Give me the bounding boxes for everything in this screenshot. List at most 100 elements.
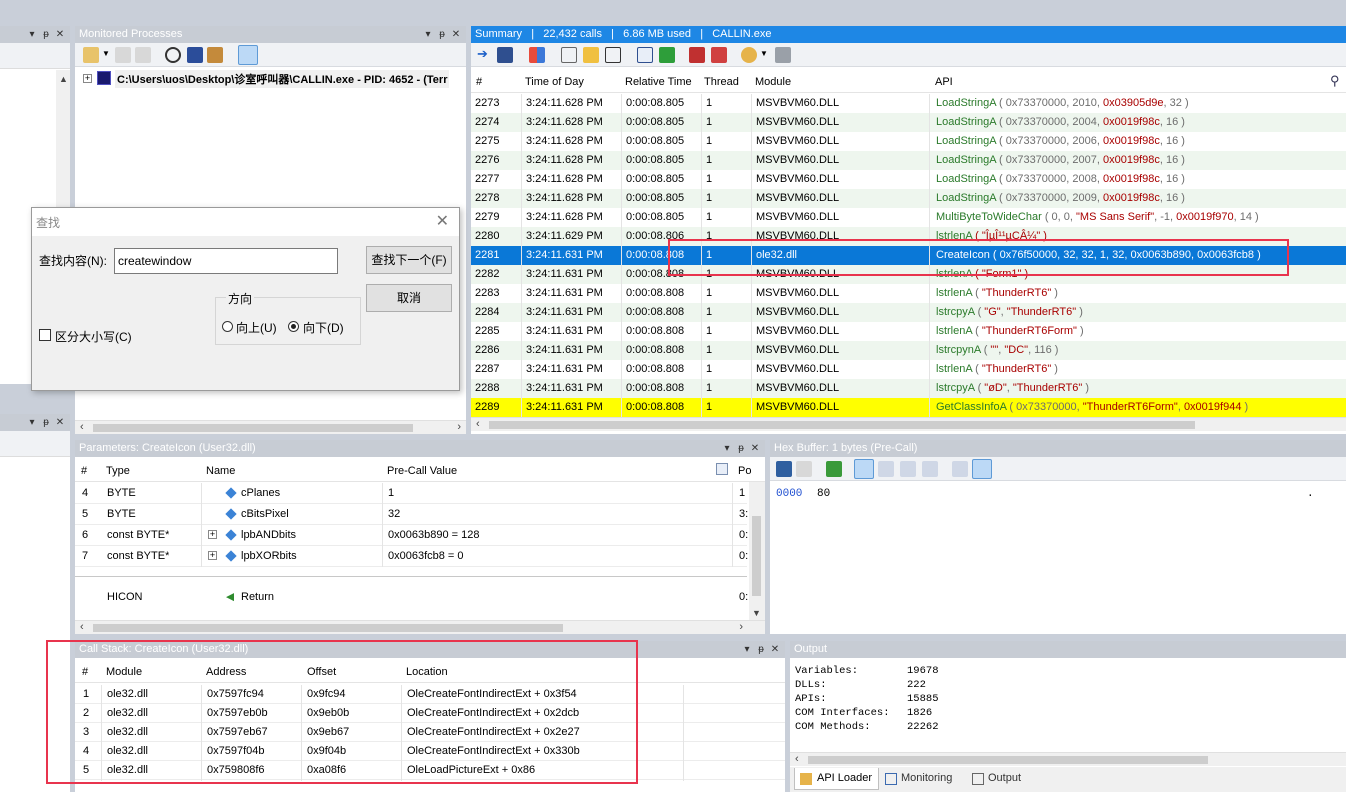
pin-icon[interactable]: ᵽ bbox=[39, 26, 53, 43]
col-offset[interactable]: Offset bbox=[307, 666, 336, 678]
scroll-left-icon[interactable]: ‹ bbox=[80, 421, 84, 433]
tree-icon[interactable] bbox=[561, 47, 577, 63]
expand-icon[interactable]: + bbox=[208, 551, 217, 560]
col-number[interactable]: # bbox=[82, 666, 88, 678]
table-row[interactable]: 2277 3:24:11.628 PM 0:00:08.805 1 MSVBVM60.D… bbox=[471, 170, 1346, 189]
table-row[interactable]: 2280 3:24:11.629 PM 0:00:08.806 1 MSVBVM60.D… bbox=[471, 227, 1346, 246]
close-icon[interactable]: ✕ bbox=[53, 26, 67, 43]
table-row[interactable]: 2278 3:24:11.628 PM 0:00:08.805 1 MSVBVM60.D… bbox=[471, 189, 1346, 208]
tab-monitoring[interactable]: Monitoring bbox=[883, 768, 958, 790]
col-name[interactable]: Name bbox=[206, 465, 235, 477]
copy-icon[interactable] bbox=[796, 461, 812, 477]
delete-icon[interactable] bbox=[689, 47, 705, 63]
dropdown-icon[interactable]: ▾ bbox=[740, 641, 754, 658]
table-row[interactable]: 2289 3:24:11.631 PM 0:00:08.808 1 MSVBVM60.D… bbox=[471, 398, 1346, 417]
col-pre-call-value[interactable]: Pre-Call Value bbox=[387, 465, 457, 477]
table-row[interactable]: 4 ole32.dll 0x7597f04b 0x9f04b OleCreateFont… bbox=[75, 742, 785, 761]
detach-icon[interactable] bbox=[115, 47, 131, 63]
table-row[interactable]: 2275 3:24:11.628 PM 0:00:08.805 1 MSVBVM60.D… bbox=[471, 132, 1346, 151]
expand-icon[interactable]: + bbox=[208, 530, 217, 539]
return-row[interactable]: HICON ◀ Return 0: bbox=[75, 588, 748, 607]
horizontal-scrollbar[interactable]: ‹ bbox=[471, 417, 1346, 431]
hex-bytes[interactable]: 80 bbox=[817, 488, 830, 500]
attach-process-icon[interactable] bbox=[83, 47, 99, 63]
col-thread[interactable]: Thread bbox=[704, 76, 739, 88]
filter-icon[interactable] bbox=[583, 47, 599, 63]
save-icon[interactable] bbox=[776, 461, 792, 477]
refresh-icon[interactable] bbox=[826, 461, 842, 477]
vertical-scrollbar[interactable]: ▼ bbox=[749, 482, 765, 620]
dropdown-arrow-icon[interactable]: ▼ bbox=[760, 49, 768, 58]
table-row[interactable]: 3 ole32.dll 0x7597eb67 0x9eb67 OleCreateFont… bbox=[75, 723, 785, 742]
terminate-icon[interactable] bbox=[135, 47, 151, 63]
target-icon[interactable] bbox=[165, 47, 181, 63]
search-icon[interactable]: ⚲ bbox=[1330, 73, 1340, 89]
dropdown-icon[interactable]: ▾ bbox=[421, 26, 435, 43]
trash-icon[interactable] bbox=[775, 47, 791, 63]
pin-icon[interactable]: ᵽ bbox=[39, 414, 53, 431]
table-row[interactable]: 2286 3:24:11.631 PM 0:00:08.808 1 MSVBVM60.D… bbox=[471, 341, 1346, 360]
byte-view-1-icon[interactable] bbox=[854, 459, 874, 479]
table-row[interactable]: 2273 3:24:11.628 PM 0:00:08.805 1 MSVBVM60.D… bbox=[471, 94, 1346, 113]
horizontal-scrollbar[interactable]: ‹ › bbox=[75, 620, 765, 634]
find-what-input[interactable] bbox=[114, 248, 338, 274]
table-row[interactable]: 2285 3:24:11.631 PM 0:00:08.808 1 MSVBVM60.D… bbox=[471, 322, 1346, 341]
col-number[interactable]: # bbox=[476, 76, 482, 88]
scroll-down-icon[interactable]: ▼ bbox=[752, 608, 761, 618]
col-api[interactable]: API bbox=[935, 76, 953, 88]
radio-down-label[interactable]: 向下(D) bbox=[303, 319, 344, 336]
radio-up-label[interactable]: 向上(U) bbox=[236, 319, 277, 336]
col-number[interactable]: # bbox=[81, 465, 87, 477]
clear-icon[interactable] bbox=[711, 47, 727, 63]
col-module[interactable]: Module bbox=[755, 76, 791, 88]
table-row[interactable]: 2284 3:24:11.631 PM 0:00:08.808 1 MSVBVM60.D… bbox=[471, 303, 1346, 322]
close-icon[interactable]: ✕ bbox=[748, 440, 762, 457]
match-case-label[interactable]: 区分大小写(C) bbox=[55, 328, 132, 345]
col-time-of-day[interactable]: Time of Day bbox=[525, 76, 584, 88]
table-row[interactable]: 2 ole32.dll 0x7597eb0b 0x9eb0b OleCreateFont… bbox=[75, 704, 785, 723]
close-icon[interactable]: ✕ bbox=[436, 211, 449, 231]
col-module[interactable]: Module bbox=[106, 666, 142, 678]
col-address[interactable]: Address bbox=[206, 666, 246, 678]
table-row[interactable]: 2274 3:24:11.628 PM 0:00:08.805 1 MSVBVM60.D… bbox=[471, 113, 1346, 132]
scrollbar-thumb[interactable] bbox=[752, 516, 761, 596]
dropdown-icon[interactable]: ▾ bbox=[720, 440, 734, 457]
radio-down[interactable] bbox=[288, 321, 299, 332]
close-icon[interactable]: ✕ bbox=[449, 26, 463, 43]
little-endian-icon[interactable] bbox=[952, 461, 968, 477]
big-endian-icon[interactable] bbox=[972, 459, 992, 479]
byte-view-4-icon[interactable] bbox=[900, 461, 916, 477]
col-post-call[interactable]: Po bbox=[738, 465, 751, 477]
dropdown-arrow-icon[interactable]: ▼ bbox=[102, 49, 110, 58]
columns-icon[interactable] bbox=[716, 463, 728, 475]
tab-output[interactable]: Output bbox=[970, 768, 1027, 790]
binoculars-icon[interactable] bbox=[497, 47, 513, 63]
table-row[interactable]: 2283 3:24:11.631 PM 0:00:08.808 1 MSVBVM60.D… bbox=[471, 284, 1346, 303]
horizontal-scrollbar[interactable]: ‹ bbox=[790, 752, 1346, 766]
scroll-right-icon[interactable]: › bbox=[457, 421, 461, 433]
find-next-button[interactable]: 查找下一个(F) bbox=[366, 246, 452, 274]
table-row[interactable]: 6 const BYTE* + lpbANDbits 0x0063b890 = 128 0… bbox=[75, 525, 748, 546]
scrollbar-thumb[interactable] bbox=[808, 756, 1208, 764]
table-row[interactable]: 4 BYTE cPlanes 1 1 bbox=[75, 483, 747, 504]
table-row[interactable]: 7 const BYTE* + lpbXORbits 0x0063fcb8 = 0 0: bbox=[75, 546, 748, 567]
table-row[interactable]: 2279 3:24:11.628 PM 0:00:08.805 1 MSVBVM60.D… bbox=[471, 208, 1346, 227]
recycle-bin-icon[interactable] bbox=[238, 45, 258, 65]
pin-icon[interactable]: ᵽ bbox=[734, 440, 748, 457]
table-row[interactable]: 2288 3:24:11.631 PM 0:00:08.808 1 MSVBVM60.D… bbox=[471, 379, 1346, 398]
dropdown-icon[interactable]: ▾ bbox=[25, 26, 39, 43]
col-location[interactable]: Location bbox=[406, 666, 448, 678]
col-type[interactable]: Type bbox=[106, 465, 130, 477]
table-row[interactable]: 2276 3:24:11.628 PM 0:00:08.805 1 MSVBVM60.D… bbox=[471, 151, 1346, 170]
color-grid-icon[interactable] bbox=[529, 47, 545, 63]
table-row[interactable]: 2287 3:24:11.631 PM 0:00:08.808 1 MSVBVM60.D… bbox=[471, 360, 1346, 379]
tab-api-loader[interactable]: API Loader bbox=[794, 768, 880, 790]
scrollbar-thumb[interactable] bbox=[93, 424, 413, 432]
process-item[interactable]: C:\Users\uos\Desktop\诊室呼叫器\CALLIN.exe - … bbox=[115, 70, 450, 88]
scrollbar-thumb[interactable] bbox=[489, 421, 1195, 429]
dropdown-icon[interactable]: ▾ bbox=[25, 414, 39, 431]
table-row[interactable]: 5 ole32.dll 0x759808f6 0xa08f6 OleLoadPictur… bbox=[75, 761, 785, 780]
pin-icon[interactable]: ᵽ bbox=[435, 26, 449, 43]
console-icon[interactable] bbox=[605, 47, 621, 63]
scroll-right-icon[interactable]: › bbox=[739, 621, 743, 633]
